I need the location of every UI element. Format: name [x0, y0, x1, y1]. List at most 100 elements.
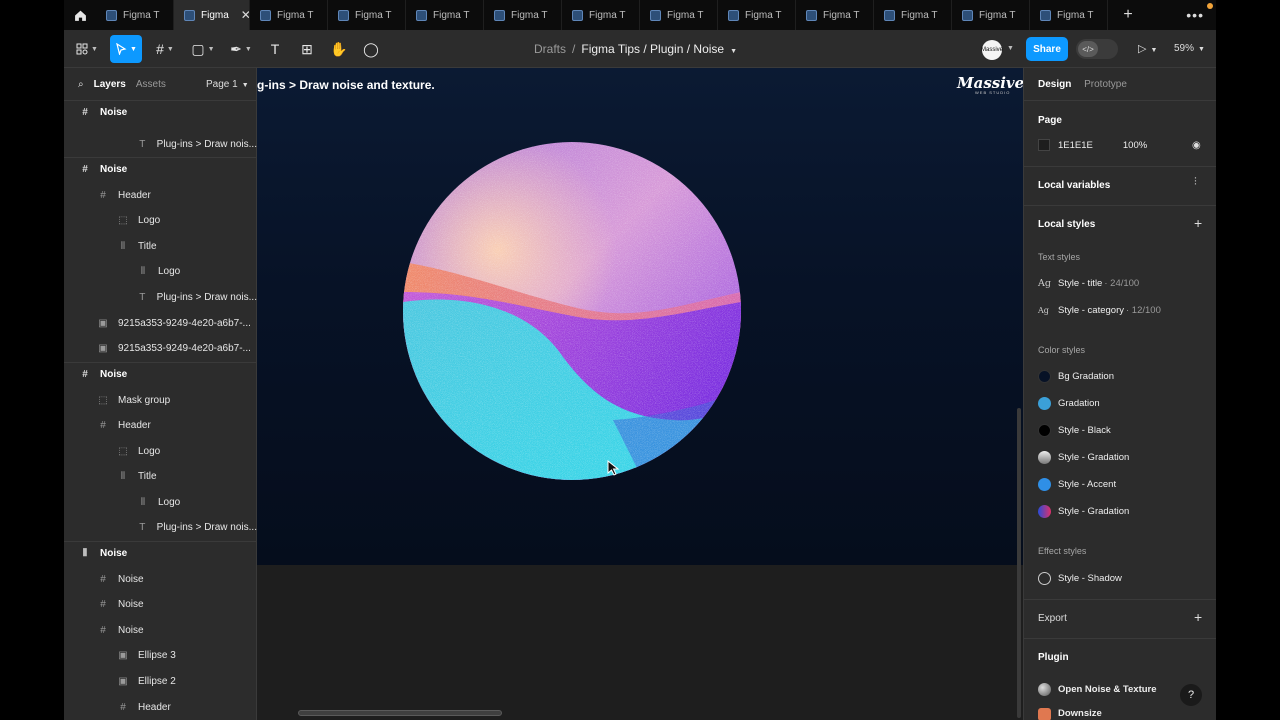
artboard-noise[interactable]: g-ins > Draw noise and texture. Massive …	[257, 68, 1023, 565]
layer-label: Mask group	[118, 394, 171, 406]
layer-row[interactable]: ⦀ Title	[64, 464, 257, 488]
file-tab[interactable]: Figma T	[328, 0, 406, 30]
page-color-value[interactable]: 1E1E1E	[1058, 140, 1093, 151]
avatar[interactable]: Massive	[981, 40, 1003, 60]
frame-icon: #	[100, 189, 106, 201]
layer-row[interactable]: T Plug-ins > Draw nois...	[64, 515, 257, 539]
layer-row[interactable]: ▣ Ellipse 2	[64, 669, 257, 693]
layer-row[interactable]: ⦀ Logo	[64, 490, 257, 514]
cursor-icon	[116, 43, 127, 55]
layer-row[interactable]: ⬚ Mask group	[64, 388, 257, 412]
plugin-row[interactable]: Open Noise & Texture	[1038, 679, 1157, 699]
layer-row[interactable]: ▣ 9215a353-9249-4e20-a6b7-...	[64, 336, 257, 360]
color-style-row[interactable]: Gradation	[1038, 393, 1100, 413]
layer-row[interactable]: ▣ Ellipse 3	[64, 643, 257, 667]
variables-settings-icon[interactable]: ⫶	[1194, 176, 1197, 189]
text-style-row[interactable]: Ag Style - category · 12/100	[1038, 300, 1161, 320]
frame-icon: #	[100, 419, 106, 431]
file-tab[interactable]: Figma T	[406, 0, 484, 30]
layer-label: Ellipse 3	[138, 649, 176, 661]
file-tab[interactable]: Figma T	[640, 0, 718, 30]
home-button[interactable]	[64, 0, 96, 30]
new-tab-button[interactable]: +	[1108, 6, 1148, 24]
main-menu-button[interactable]: ▼	[74, 35, 100, 63]
file-tab[interactable]: Figma T	[96, 0, 174, 30]
layer-label: Logo	[158, 265, 181, 277]
color-style-row[interactable]: Bg Gradation	[1038, 366, 1114, 386]
layer-row[interactable]: ⦀ Noise	[64, 541, 257, 565]
layer-row[interactable]: # Noise	[64, 567, 257, 591]
layer-row[interactable]: # Header	[64, 183, 257, 207]
layer-row[interactable]: # Noise	[64, 618, 257, 642]
layer-row[interactable]: # Header	[64, 413, 257, 437]
more-menu-button[interactable]: •••	[1186, 7, 1204, 23]
move-tool-button[interactable]: ▼	[110, 35, 142, 63]
dev-mode-toggle[interactable]: </>	[1076, 39, 1118, 59]
layer-row[interactable]: # Noise	[64, 592, 257, 616]
share-button[interactable]: Share	[1026, 37, 1068, 61]
search-icon[interactable]: ⌕	[78, 79, 84, 90]
canvas[interactable]: g-ins > Draw noise and texture. Massive …	[257, 68, 1023, 720]
layer-row[interactable]: ⦀ Title	[64, 234, 257, 258]
present-button[interactable]: ▷ ▼	[1138, 42, 1157, 55]
layer-row[interactable]: ▣ 9215a353-9249-4e20-a6b7-...	[64, 311, 257, 335]
tab-design[interactable]: Design	[1038, 79, 1071, 90]
pen-tool-button[interactable]: ✒ ▼	[226, 35, 256, 63]
file-tab[interactable]: Figma T	[1030, 0, 1108, 30]
local-styles-heading: Local styles	[1038, 219, 1096, 230]
comment-tool-button[interactable]: ◯	[360, 35, 382, 63]
chevron-down-icon[interactable]: ▼	[1007, 45, 1014, 52]
tab-prototype[interactable]: Prototype	[1084, 79, 1127, 90]
layer-row[interactable]: ⬚ Logo	[64, 208, 257, 232]
style-meta: · 12/100	[1126, 304, 1161, 316]
layer-row[interactable]: # Noise	[64, 362, 257, 386]
file-tab[interactable]: Figma T	[562, 0, 640, 30]
noise-gradient-orb[interactable]	[403, 142, 741, 480]
color-style-row[interactable]: Style - Gradation	[1038, 447, 1129, 467]
layer-row[interactable]: # Header	[64, 695, 257, 719]
page-opacity-value[interactable]: 100%	[1123, 140, 1147, 151]
file-name[interactable]: Figma Tips / Plugin / Noise	[581, 42, 724, 56]
layer-row[interactable]: # Noise	[64, 100, 257, 124]
horizontal-scrollbar[interactable]	[298, 710, 502, 716]
file-tab[interactable]: Figma T	[874, 0, 952, 30]
color-style-row[interactable]: Style - Accent	[1038, 474, 1116, 494]
color-style-row[interactable]: Style - Black	[1038, 420, 1111, 440]
local-variables-heading[interactable]: Local variables	[1038, 180, 1110, 191]
tab-assets[interactable]: Assets	[136, 79, 166, 90]
chevron-down-icon: ▼	[244, 45, 252, 53]
add-export-icon[interactable]: +	[1194, 609, 1202, 625]
eye-icon[interactable]: ◉	[1192, 140, 1201, 151]
layer-row[interactable]: ⬚ Logo	[64, 439, 257, 463]
layer-row[interactable]: T Plug-ins > Draw nois...	[64, 285, 257, 309]
resources-button[interactable]: ⊞	[296, 35, 318, 63]
text-style-row[interactable]: Ag Style - title · 24/100	[1038, 273, 1139, 293]
hand-tool-button[interactable]: ✋	[328, 35, 350, 63]
tab-layers[interactable]: Layers	[94, 79, 126, 90]
file-tab[interactable]: Figma T	[718, 0, 796, 30]
file-tab[interactable]: Figma T	[250, 0, 328, 30]
shape-tool-button[interactable]: ▢ ▼	[188, 35, 218, 63]
vertical-scrollbar[interactable]	[1017, 408, 1021, 718]
file-tab[interactable]: Figma T	[952, 0, 1030, 30]
file-tab[interactable]: Figma T	[484, 0, 562, 30]
page-selector[interactable]: Page 1 ▼	[206, 79, 249, 90]
layer-row[interactable]: T Plug-ins > Draw nois...	[64, 132, 257, 156]
close-tab-icon[interactable]: ✕	[241, 8, 249, 22]
file-tab-active[interactable]: Figma ✕	[174, 0, 250, 30]
help-button[interactable]: ?	[1180, 684, 1202, 706]
zoom-dropdown[interactable]: 59% ▼	[1174, 43, 1205, 54]
page-fill-row[interactable]: 1E1E1E 100%	[1038, 139, 1147, 151]
chevron-down-icon[interactable]: ▼	[730, 48, 737, 55]
page-color-swatch[interactable]	[1038, 139, 1050, 151]
plugin-row[interactable]: Downsize	[1038, 708, 1102, 720]
text-tool-button[interactable]: T	[264, 35, 286, 63]
layer-row[interactable]: # Noise	[64, 157, 257, 181]
effect-style-row[interactable]: Style - Shadow	[1038, 568, 1122, 588]
layer-row[interactable]: ⦀ Logo	[64, 259, 257, 283]
color-style-row[interactable]: Style - Gradation	[1038, 501, 1129, 521]
frame-tool-button[interactable]: # ▼	[150, 35, 180, 63]
add-style-icon[interactable]: +	[1194, 215, 1202, 231]
breadcrumb-drafts[interactable]: Drafts	[534, 42, 566, 56]
file-tab[interactable]: Figma T	[796, 0, 874, 30]
